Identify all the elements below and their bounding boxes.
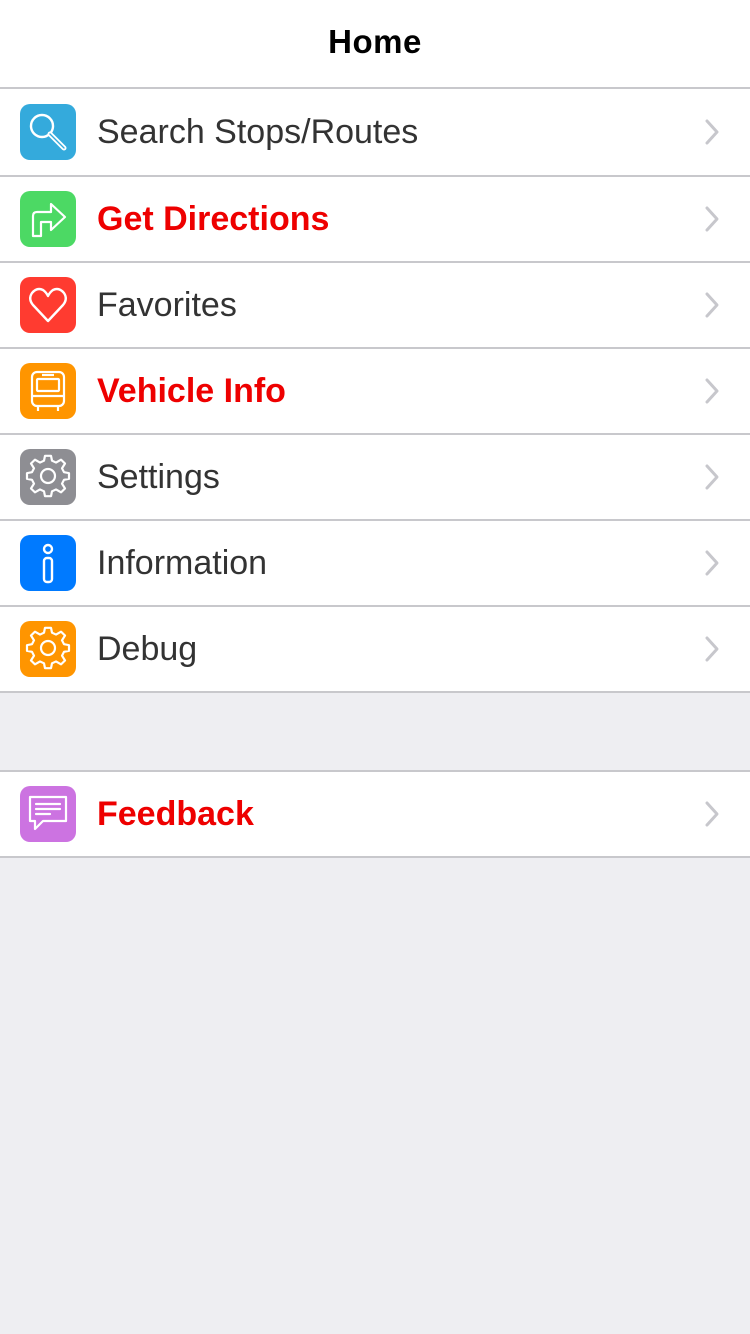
menu-item-label: Search Stops/Routes <box>97 112 419 151</box>
menu-item-favorites[interactable]: Favorites <box>0 263 750 349</box>
chevron-right-icon <box>705 550 719 576</box>
section-spacer <box>0 693 750 772</box>
heart-icon <box>20 277 76 333</box>
navigation-bar: Home <box>0 0 750 89</box>
chevron-right-icon <box>705 378 719 404</box>
menu-item-label: Favorites <box>97 285 237 324</box>
menu-item-label: Information <box>97 543 268 582</box>
menu-item-information[interactable]: Information <box>0 521 750 607</box>
chevron-right-icon <box>705 292 719 318</box>
menu-item-vehicle-info[interactable]: Vehicle Info <box>0 349 750 435</box>
main-menu-list: Search Stops/Routes Get Directions Favor… <box>0 89 750 693</box>
chevron-right-icon <box>705 119 719 145</box>
secondary-menu-list: Feedback <box>0 772 750 858</box>
menu-item-search-stops-routes[interactable]: Search Stops/Routes <box>0 89 750 177</box>
bus-icon <box>20 363 76 419</box>
chevron-right-icon <box>705 464 719 490</box>
menu-item-get-directions[interactable]: Get Directions <box>0 177 750 263</box>
gear-icon <box>20 449 76 505</box>
info-icon <box>20 535 76 591</box>
search-icon <box>20 104 76 160</box>
chevron-right-icon <box>705 206 719 232</box>
menu-item-label: Vehicle Info <box>97 371 286 410</box>
menu-item-label: Feedback <box>97 794 254 833</box>
chat-bubble-icon <box>20 786 76 842</box>
page-title: Home <box>328 22 422 60</box>
gear-icon <box>20 621 76 677</box>
menu-item-label: Settings <box>97 457 220 496</box>
menu-item-label: Get Directions <box>97 199 330 238</box>
menu-item-settings[interactable]: Settings <box>0 435 750 521</box>
menu-item-label: Debug <box>97 629 198 668</box>
chevron-right-icon <box>705 801 719 827</box>
menu-item-feedback[interactable]: Feedback <box>0 772 750 858</box>
chevron-right-icon <box>705 636 719 662</box>
menu-item-debug[interactable]: Debug <box>0 607 750 693</box>
directions-arrow-icon <box>20 191 76 247</box>
